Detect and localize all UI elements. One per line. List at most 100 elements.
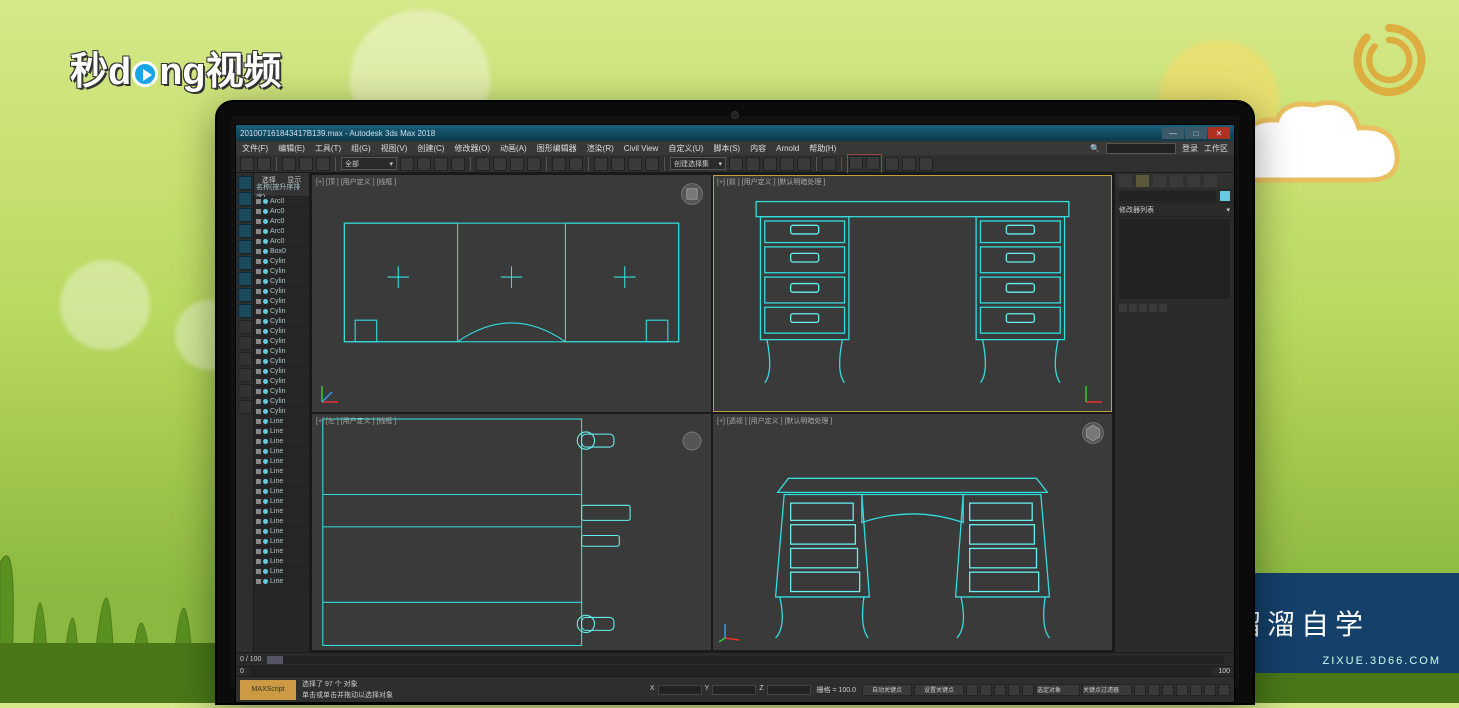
lt-tool9[interactable] xyxy=(238,304,252,318)
undo-button[interactable] xyxy=(240,157,254,171)
menu-help[interactable]: 帮助(H) xyxy=(809,143,836,154)
key-filter-button[interactable]: 关键点过滤器 xyxy=(1082,684,1132,696)
menu-render[interactable]: 渲染(R) xyxy=(587,143,614,154)
named-selection-dropdown[interactable]: 创建选择集▾ xyxy=(670,157,726,170)
layer-item[interactable]: Cylin xyxy=(254,277,309,287)
layer-item[interactable]: Cylin xyxy=(254,327,309,337)
layer-item[interactable]: Arc0 xyxy=(254,197,309,207)
menu-view[interactable]: 视图(V) xyxy=(381,143,408,154)
layer-list[interactable]: Arc0Arc0Arc0Arc0Arc0Box0CylinCylinCylinC… xyxy=(254,197,309,652)
layer-item[interactable]: Line xyxy=(254,547,309,557)
layer-item[interactable]: Line xyxy=(254,467,309,477)
layer-item[interactable]: Cylin xyxy=(254,337,309,347)
layer-item[interactable]: Line xyxy=(254,507,309,517)
lt-tool5[interactable] xyxy=(238,240,252,254)
stack-btn-3[interactable] xyxy=(1139,304,1147,312)
selection-filter-dropdown[interactable]: 全部▾ xyxy=(341,157,397,170)
render-button[interactable] xyxy=(885,157,899,171)
nav-zoomall-button[interactable] xyxy=(1148,684,1160,696)
modifier-list-label[interactable]: 修改器列表 xyxy=(1119,205,1154,215)
menu-modifier[interactable]: 修改器(O) xyxy=(454,143,490,154)
unlink-button[interactable] xyxy=(299,157,313,171)
select-button[interactable] xyxy=(400,157,414,171)
layer-item[interactable]: Line xyxy=(254,417,309,427)
render-frame-button[interactable] xyxy=(866,156,880,170)
curve-editor-button[interactable] xyxy=(780,157,794,171)
material-editor-button[interactable] xyxy=(822,157,836,171)
schematic-button[interactable] xyxy=(797,157,811,171)
menu-arnold[interactable]: Arnold xyxy=(776,144,799,153)
viewport-front[interactable]: [+] [前 ] [用户定义 ] [默认明暗处理 ] xyxy=(713,175,1112,412)
bind-button[interactable] xyxy=(316,157,330,171)
mirror-button[interactable] xyxy=(729,157,743,171)
nav-orbit-button[interactable] xyxy=(1204,684,1216,696)
play-prev-button[interactable] xyxy=(980,684,992,696)
viewport-perspective[interactable]: [+] [透视 ] [用户定义 ] [默认明暗处理 ] xyxy=(713,414,1112,651)
select-name-button[interactable] xyxy=(417,157,431,171)
align-button[interactable] xyxy=(746,157,760,171)
panel-tab-hierarchy[interactable] xyxy=(1153,175,1166,187)
stack-btn-2[interactable] xyxy=(1129,304,1137,312)
object-name-field[interactable] xyxy=(1119,191,1216,201)
object-color-swatch[interactable] xyxy=(1220,191,1230,201)
layer-item[interactable]: Cylin xyxy=(254,377,309,387)
lt-rotate[interactable] xyxy=(238,208,252,222)
layer-item[interactable]: Line xyxy=(254,457,309,467)
track-bar[interactable]: 0 100 xyxy=(236,666,1234,676)
vp-front-label[interactable]: [+] [前 ] [用户定义 ] [默认明暗处理 ] xyxy=(717,177,825,187)
layer-item[interactable]: Line xyxy=(254,427,309,437)
lt-tool11[interactable] xyxy=(238,352,252,366)
lt-select[interactable] xyxy=(238,176,252,190)
workspace-label[interactable]: 工作区 xyxy=(1204,143,1228,154)
menu-create[interactable]: 创建(C) xyxy=(417,143,444,154)
layer-item[interactable]: Cylin xyxy=(254,317,309,327)
lt-tool6[interactable] xyxy=(238,256,252,270)
stack-btn-1[interactable] xyxy=(1119,304,1127,312)
lt-tool7[interactable] xyxy=(238,272,252,286)
menu-edit[interactable]: 编辑(E) xyxy=(278,143,305,154)
panel-tab-display[interactable] xyxy=(1187,175,1200,187)
layer-item[interactable]: Arc0 xyxy=(254,207,309,217)
render-setup-button[interactable] xyxy=(849,156,863,170)
layer-item[interactable]: Line xyxy=(254,557,309,567)
layer-item[interactable]: Cylin xyxy=(254,367,309,377)
nav-pan-button[interactable] xyxy=(1190,684,1202,696)
layer-item[interactable]: Line xyxy=(254,437,309,447)
layer-item[interactable]: Cylin xyxy=(254,397,309,407)
layer-item[interactable]: Line xyxy=(254,447,309,457)
play-start-button[interactable] xyxy=(966,684,978,696)
layer-item[interactable]: Arc0 xyxy=(254,227,309,237)
maxscript-listener[interactable]: MAXScript xyxy=(240,680,296,700)
lt-tool10[interactable] xyxy=(238,336,252,350)
viewcube-icon[interactable] xyxy=(1080,420,1106,446)
lt-tool8[interactable] xyxy=(238,288,252,302)
coord-x[interactable] xyxy=(658,685,702,695)
scale-button[interactable] xyxy=(510,157,524,171)
setkey-button[interactable]: 设置关键点 xyxy=(914,684,964,696)
percent-snap-button[interactable] xyxy=(628,157,642,171)
lt-move[interactable] xyxy=(238,192,252,206)
layer-item[interactable]: Line xyxy=(254,567,309,577)
lt-scale[interactable] xyxy=(238,224,252,238)
render-iter-button[interactable] xyxy=(919,157,933,171)
redo-button[interactable] xyxy=(257,157,271,171)
menu-script[interactable]: 脚本(S) xyxy=(713,143,740,154)
coord-y[interactable] xyxy=(712,685,756,695)
time-track[interactable] xyxy=(267,656,1224,664)
viewcube-icon[interactable] xyxy=(679,181,705,207)
vp-top-label[interactable]: [+] [顶 ] [用户定义 ] [线框 ] xyxy=(316,177,396,187)
layer-item[interactable]: Cylin xyxy=(254,407,309,417)
viewcube-icon[interactable] xyxy=(679,428,705,454)
time-slider[interactable]: 0 / 100 xyxy=(236,652,1234,666)
layer-item[interactable]: Arc0 xyxy=(254,237,309,247)
layer-item[interactable]: Cylin xyxy=(254,287,309,297)
layer-item[interactable]: Line xyxy=(254,577,309,587)
menu-custom[interactable]: 自定义(U) xyxy=(668,143,703,154)
layer-item[interactable]: Line xyxy=(254,527,309,537)
coord-z[interactable] xyxy=(767,685,811,695)
pivot-button[interactable] xyxy=(569,157,583,171)
viewport-top[interactable]: [+] [顶 ] [用户定义 ] [线框 ] xyxy=(312,175,711,412)
lt-tool13[interactable] xyxy=(238,384,252,398)
menu-content[interactable]: 内容 xyxy=(750,143,766,154)
lt-tool12[interactable] xyxy=(238,368,252,382)
